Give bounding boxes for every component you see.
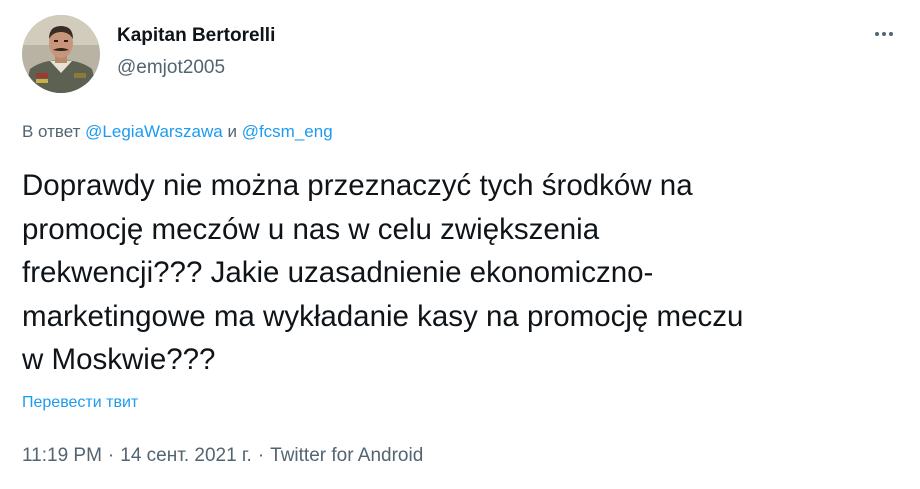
more-options-button[interactable] bbox=[868, 24, 900, 44]
tweet-date[interactable]: 14 сент. 2021 г. bbox=[120, 445, 252, 466]
translate-tweet-link[interactable]: Перевести твит bbox=[22, 393, 138, 413]
mention-link-fcsm-eng[interactable]: @fcsm_eng bbox=[242, 122, 333, 141]
meta-separator: · bbox=[257, 445, 265, 466]
tweet-source[interactable]: Twitter for Android bbox=[270, 445, 423, 466]
more-horizontal-icon-dot bbox=[889, 32, 893, 36]
avatar[interactable] bbox=[22, 15, 100, 93]
tweet-time[interactable]: 11:19 PM bbox=[22, 445, 102, 466]
tweet-meta: 11:19 PM · 14 сент. 2021 г. · Twitter for An… bbox=[22, 444, 423, 468]
mention-link-legiawarszawa[interactable]: @LegiaWarszawa bbox=[85, 122, 223, 141]
avatar-image bbox=[22, 15, 100, 93]
reply-context: В ответ @LegiaWarszawa и @fcsm_eng bbox=[22, 121, 333, 143]
author-block: Kapitan Bertorelli @emjot2005 bbox=[117, 24, 275, 80]
reply-joiner: и bbox=[222, 122, 242, 141]
tweet-text: Doprawdy nie można przeznaczyć tych środ… bbox=[22, 169, 744, 376]
reply-prefix: В ответ bbox=[22, 122, 86, 141]
author-handle[interactable]: @emjot2005 bbox=[117, 56, 275, 80]
more-horizontal-icon bbox=[875, 32, 879, 36]
tweet-card: Kapitan Bertorelli @emjot2005 В ответ @L… bbox=[0, 0, 920, 489]
more-horizontal-icon-dot bbox=[882, 32, 886, 36]
meta-separator: · bbox=[107, 445, 115, 466]
author-display-name[interactable]: Kapitan Bertorelli bbox=[117, 24, 275, 48]
